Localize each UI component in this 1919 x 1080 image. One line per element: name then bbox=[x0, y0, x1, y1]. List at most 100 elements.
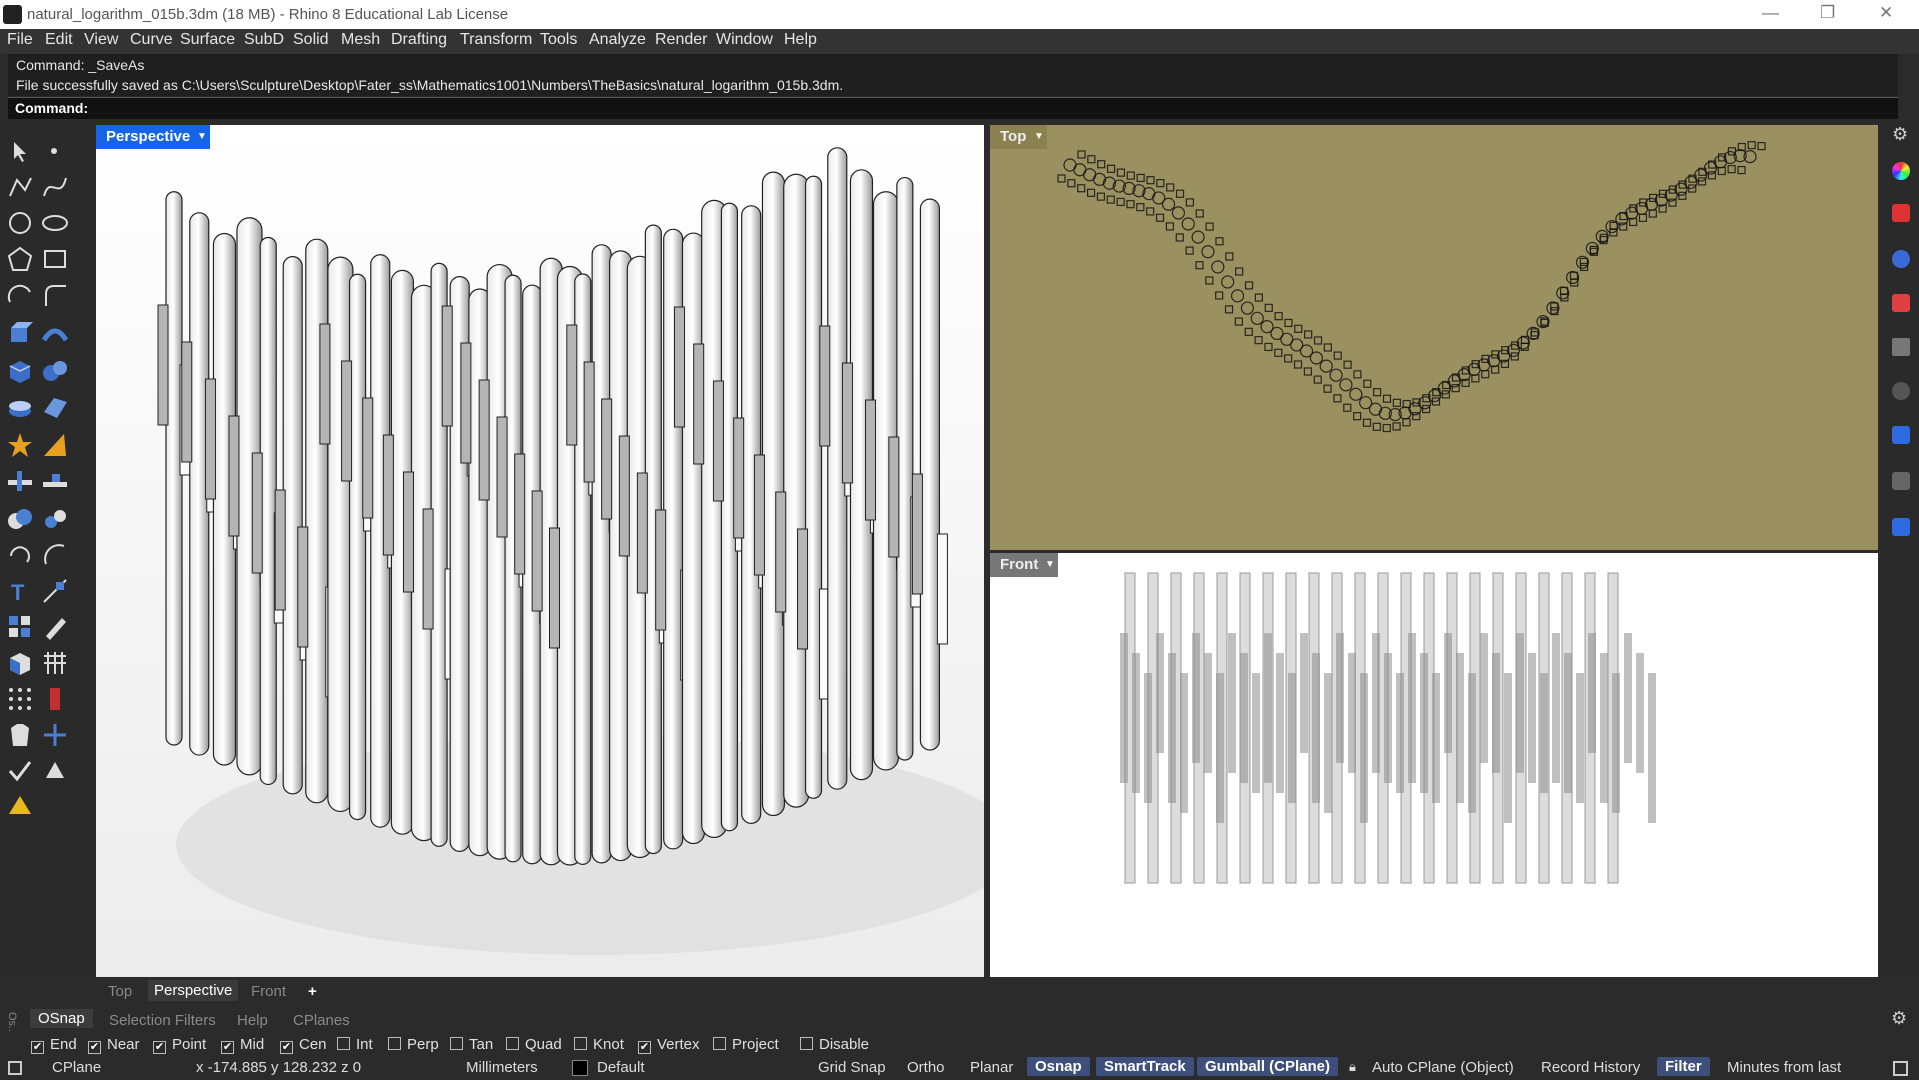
tab-perspective[interactable]: Perspective bbox=[148, 980, 239, 1001]
history-icon[interactable] bbox=[40, 684, 70, 714]
viewport-perspective[interactable]: Perspective ▼ bbox=[96, 125, 984, 977]
osnap-quad[interactable]: Quad bbox=[506, 1036, 562, 1053]
tab-cplanes[interactable]: CPlanes bbox=[293, 1012, 350, 1029]
menu-surface[interactable]: Surface bbox=[180, 31, 235, 49]
circle-icon[interactable] bbox=[5, 208, 35, 238]
viewport-front[interactable]: Front ▼ bbox=[990, 553, 1878, 977]
sphere-icon[interactable] bbox=[40, 356, 70, 386]
viewport-label-front[interactable]: Front bbox=[990, 553, 1049, 577]
block-icon[interactable] bbox=[5, 648, 35, 678]
measure-icon[interactable] bbox=[40, 612, 70, 642]
osnap-near[interactable]: ✔ Near bbox=[88, 1036, 140, 1054]
osnap-cen[interactable]: ✔ Cen bbox=[280, 1036, 327, 1054]
osnap-mid[interactable]: ✔ Mid bbox=[221, 1036, 264, 1054]
camera-icon[interactable] bbox=[1892, 382, 1910, 400]
cylinder-icon[interactable] bbox=[5, 392, 35, 422]
osnap-tan[interactable]: Tan bbox=[450, 1036, 493, 1053]
rectangle-icon[interactable] bbox=[40, 244, 70, 274]
polygon-icon[interactable] bbox=[5, 244, 35, 274]
status-auto-cplane[interactable]: Auto CPlane (Object) bbox=[1372, 1059, 1514, 1076]
menu-tools[interactable]: Tools bbox=[540, 31, 577, 49]
menu-solid[interactable]: Solid bbox=[293, 31, 329, 49]
checkbox-icon[interactable] bbox=[506, 1037, 519, 1050]
grid-icon[interactable] bbox=[40, 648, 70, 678]
osnap-disable[interactable]: Disable bbox=[800, 1036, 869, 1053]
menu-curve[interactable]: Curve bbox=[130, 31, 173, 49]
viewport-label-top[interactable]: Top bbox=[990, 125, 1037, 149]
checkbox-icon[interactable] bbox=[800, 1037, 813, 1050]
split-icon[interactable] bbox=[5, 466, 35, 496]
panel-settings-gear-icon[interactable]: ⚙ bbox=[1891, 1008, 1907, 1029]
menu-analyze[interactable]: Analyze bbox=[589, 31, 646, 49]
extrude-icon[interactable] bbox=[5, 318, 35, 348]
command-history[interactable]: Command: _SaveAs File successfully saved… bbox=[8, 54, 1898, 96]
join-icon[interactable] bbox=[40, 466, 70, 496]
command-input[interactable] bbox=[98, 99, 1878, 117]
curve-icon[interactable] bbox=[40, 172, 70, 202]
status-filter[interactable]: Filter bbox=[1657, 1057, 1710, 1076]
checkbox-icon[interactable]: ✔ bbox=[153, 1041, 166, 1054]
status-gumball[interactable]: Gumball (CPlane) bbox=[1197, 1057, 1339, 1076]
select-arrow-icon[interactable] bbox=[5, 136, 35, 166]
status-smarttrack[interactable]: SmartTrack bbox=[1096, 1057, 1194, 1076]
tab-selection-filters[interactable]: Selection Filters bbox=[109, 1012, 216, 1029]
osnap-int[interactable]: Int bbox=[337, 1036, 373, 1053]
menu-help[interactable]: Help bbox=[784, 31, 817, 49]
checkbox-icon[interactable]: ✔ bbox=[88, 1041, 101, 1054]
osnap-end[interactable]: ✔ End bbox=[31, 1036, 77, 1054]
shirt-icon[interactable] bbox=[5, 720, 35, 750]
viewport-menu-icon[interactable]: ▼ bbox=[1042, 553, 1058, 577]
status-planar[interactable]: Planar bbox=[970, 1059, 1013, 1076]
menu-view[interactable]: View bbox=[84, 31, 118, 49]
tab-osnap[interactable]: OSnap bbox=[30, 1009, 93, 1028]
loft-icon[interactable] bbox=[40, 318, 70, 348]
osnap-knot[interactable]: Knot bbox=[574, 1036, 624, 1053]
fullscreen-icon[interactable] bbox=[1893, 1061, 1908, 1076]
lock-icon[interactable]: 🔒︎ bbox=[1349, 1059, 1356, 1075]
status-grid-snap[interactable]: Grid Snap bbox=[818, 1059, 886, 1076]
checkbox-icon[interactable] bbox=[388, 1037, 401, 1050]
menu-drafting[interactable]: Drafting bbox=[391, 31, 447, 49]
viewport-menu-icon[interactable]: ▼ bbox=[194, 125, 210, 149]
layer-color-swatch[interactable] bbox=[572, 1060, 588, 1076]
status-units[interactable]: Millimeters bbox=[466, 1059, 538, 1076]
toggle-panel-icon[interactable] bbox=[8, 1061, 22, 1075]
viewport-top[interactable]: Top ▼ bbox=[990, 125, 1878, 550]
color-wheel-icon[interactable] bbox=[1892, 162, 1910, 180]
close-icon[interactable]: ✕ bbox=[1879, 3, 1893, 23]
checkbox-icon[interactable]: ✔ bbox=[280, 1041, 293, 1054]
status-ortho[interactable]: Ortho bbox=[907, 1059, 945, 1076]
status-cplane[interactable]: CPlane bbox=[52, 1059, 101, 1076]
checkbox-icon[interactable] bbox=[337, 1037, 350, 1050]
osnap-perp[interactable]: Perp bbox=[388, 1036, 439, 1053]
status-layer[interactable]: Default bbox=[597, 1059, 645, 1076]
rotate-icon[interactable] bbox=[5, 540, 35, 570]
scale-icon[interactable] bbox=[40, 540, 70, 570]
environment-icon[interactable] bbox=[1892, 250, 1910, 268]
add-viewport-tab-button[interactable]: + bbox=[308, 983, 317, 1000]
menu-transform[interactable]: Transform bbox=[460, 31, 532, 49]
osnap-project[interactable]: Project bbox=[713, 1036, 779, 1053]
menu-mesh[interactable]: Mesh bbox=[341, 31, 380, 49]
status-record-history[interactable]: Record History bbox=[1541, 1059, 1640, 1076]
tab-help[interactable]: Help bbox=[237, 1012, 268, 1029]
checkbox-icon[interactable]: ✔ bbox=[638, 1041, 651, 1054]
gumball-icon[interactable] bbox=[40, 720, 70, 750]
boolean-icon[interactable] bbox=[5, 504, 35, 534]
fillet-icon[interactable] bbox=[40, 280, 70, 310]
viewport-menu-icon[interactable]: ▼ bbox=[1031, 125, 1047, 149]
command-line[interactable]: Command: bbox=[8, 97, 1898, 119]
checkbox-icon[interactable]: ✔ bbox=[31, 1041, 44, 1054]
arc-icon[interactable] bbox=[5, 280, 35, 310]
checkbox-icon[interactable]: ✔ bbox=[221, 1041, 234, 1054]
points-grid-icon[interactable] bbox=[5, 684, 35, 714]
properties-icon[interactable] bbox=[1892, 426, 1910, 444]
boolean-split-icon[interactable] bbox=[40, 504, 70, 534]
osnap-point[interactable]: ✔ Point bbox=[153, 1036, 206, 1054]
menu-render[interactable]: Render bbox=[655, 31, 707, 49]
viewport-label-perspective[interactable]: Perspective bbox=[96, 125, 201, 149]
text-icon[interactable]: T bbox=[5, 576, 35, 606]
tab-top[interactable]: Top bbox=[108, 983, 132, 1000]
ellipse-icon[interactable] bbox=[40, 208, 70, 238]
array-icon[interactable] bbox=[5, 612, 35, 642]
